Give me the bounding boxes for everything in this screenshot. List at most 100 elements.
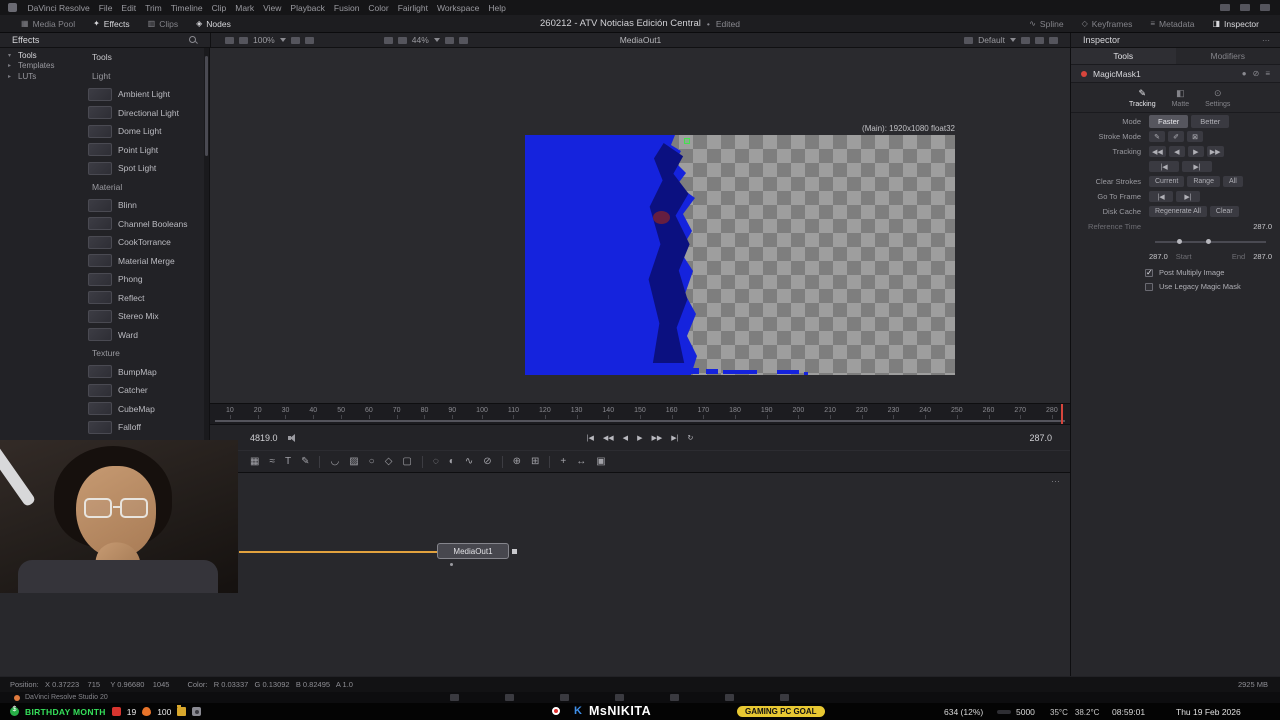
inspector-subtab[interactable]: ⊙ Settings bbox=[1205, 88, 1230, 108]
erase-stroke-button[interactable]: ⊠ bbox=[1187, 131, 1203, 142]
dropdown-caret-icon[interactable] bbox=[433, 38, 440, 42]
toolbar-divider[interactable] bbox=[421, 455, 423, 468]
range-slider-handle[interactable] bbox=[1206, 238, 1212, 244]
effects-list-item[interactable]: Tools bbox=[80, 48, 205, 67]
track-to-end-button[interactable]: ▶| bbox=[1182, 161, 1212, 172]
disk-cache-button[interactable]: Clear bbox=[1209, 206, 1239, 217]
media-out-node[interactable]: MediaOut1 bbox=[437, 543, 509, 559]
dock-icon[interactable] bbox=[450, 694, 459, 701]
viewer-source-name[interactable]: MediaOut1 bbox=[620, 35, 662, 45]
effects-list-item[interactable]: CubeMap bbox=[80, 400, 205, 419]
viewer-option-icon[interactable] bbox=[383, 36, 393, 44]
panel-toggle[interactable]: ▦ Media Pool bbox=[12, 15, 84, 32]
menu-item[interactable]: Edit bbox=[117, 3, 141, 13]
effects-scrollbar[interactable] bbox=[204, 48, 209, 450]
effects-list-item[interactable]: Texture bbox=[80, 344, 205, 363]
curves-tool[interactable]: ∿ bbox=[465, 456, 473, 467]
tree-caret-icon[interactable]: ▸ bbox=[8, 73, 14, 80]
bitmap-mask-tool[interactable]: ▨ bbox=[349, 456, 358, 467]
viewer-panel[interactable]: (Main): 1920x1080 float32 bbox=[210, 48, 1070, 403]
menu-item[interactable]: Fusion bbox=[329, 3, 364, 13]
menu-item[interactable]: View bbox=[259, 3, 286, 13]
go-next-frame-button[interactable]: ▶| bbox=[1176, 191, 1200, 202]
dropdown-caret-icon[interactable] bbox=[1010, 38, 1016, 42]
transform-tool[interactable]: ⊞ bbox=[531, 456, 539, 467]
tracker-tool[interactable]: + bbox=[560, 456, 566, 467]
effects-list-item[interactable]: Stereo Mix bbox=[80, 307, 205, 326]
play-reverse-button[interactable]: ◀ bbox=[623, 434, 628, 442]
effects-list-item[interactable]: CookTorrance bbox=[80, 233, 205, 252]
clear-strokes-button[interactable]: Range bbox=[1187, 176, 1220, 187]
node-lock-icon[interactable]: ⊘ bbox=[1253, 69, 1260, 78]
loop-button[interactable]: ↻ bbox=[687, 434, 693, 442]
track-to-start-button[interactable]: |◀ bbox=[1149, 161, 1179, 172]
paint-tool[interactable]: ✎ bbox=[301, 456, 309, 467]
dock-icon[interactable] bbox=[560, 694, 569, 701]
node-editor-options-icon[interactable]: ⋯ bbox=[1051, 476, 1060, 487]
panel-toggle[interactable]: ◨ Inspector bbox=[1203, 15, 1268, 32]
toolbar-divider[interactable] bbox=[501, 455, 503, 468]
inspector-options-icon[interactable]: ⋯ bbox=[1262, 36, 1270, 45]
scrollbar-thumb[interactable] bbox=[205, 56, 208, 156]
track-forward-button[interactable]: ▶▶ bbox=[1206, 146, 1224, 157]
menu-item[interactable]: Help bbox=[484, 3, 510, 13]
effects-category[interactable]: ▸ LUTs bbox=[0, 71, 78, 82]
panel-toggle[interactable]: ≡ Metadata bbox=[1141, 15, 1203, 32]
panel-toggle[interactable]: ∿ Spline bbox=[1020, 15, 1072, 32]
panel-toggle[interactable]: ✦ Effects bbox=[84, 15, 139, 32]
crop-tool[interactable]: ▣ bbox=[596, 456, 605, 467]
dropdown-caret-icon[interactable] bbox=[279, 38, 286, 42]
viewer-option-icon[interactable] bbox=[290, 36, 300, 44]
effects-list-item[interactable]: Catcher bbox=[80, 381, 205, 400]
mode-option-button[interactable]: Better bbox=[1191, 115, 1230, 128]
effects-list-item[interactable]: Point Light bbox=[80, 141, 205, 160]
menu-item[interactable]: Workspace bbox=[432, 3, 483, 13]
effects-list-item[interactable]: Ward bbox=[80, 326, 205, 345]
post-multiply-checkbox[interactable] bbox=[1145, 268, 1153, 277]
app-icon[interactable] bbox=[8, 3, 17, 12]
step-forward-button[interactable]: ▶▶ bbox=[651, 434, 662, 442]
viewer-option-icon[interactable] bbox=[458, 36, 468, 44]
step-back-button[interactable]: ◀◀ bbox=[603, 434, 614, 442]
reference-time-value[interactable]: 287.0 bbox=[1253, 222, 1272, 231]
toolbar-divider[interactable] bbox=[319, 455, 321, 468]
clear-strokes-button[interactable]: All bbox=[1222, 176, 1243, 187]
menu-item[interactable]: Mark bbox=[231, 3, 259, 13]
delta-keyer-tool[interactable]: ⊘ bbox=[483, 456, 491, 467]
range-slider-handle[interactable] bbox=[1177, 238, 1183, 244]
resize-tool[interactable]: ↔ bbox=[576, 456, 586, 467]
zoom-level-a[interactable]: 100% bbox=[253, 35, 275, 45]
tree-caret-icon[interactable]: ▸ bbox=[8, 62, 14, 69]
effects-list-item[interactable]: Reflect bbox=[80, 289, 205, 308]
rectangle-mask-tool[interactable]: ▢ bbox=[402, 456, 411, 467]
menu-item[interactable]: Color bbox=[364, 3, 393, 13]
background-tool[interactable]: ▦ bbox=[250, 456, 259, 467]
inspector-subtab[interactable]: ✎ Tracking bbox=[1129, 88, 1156, 108]
legacy-mask-checkbox[interactable] bbox=[1145, 282, 1153, 291]
effects-list-item[interactable]: Ambient Light bbox=[80, 85, 205, 104]
effects-category[interactable]: ▾ Tools bbox=[0, 50, 78, 61]
clear-strokes-button[interactable]: Current bbox=[1149, 176, 1185, 187]
mode-option-button[interactable]: Faster bbox=[1149, 115, 1189, 128]
track-one-backward-button[interactable]: ◀ bbox=[1168, 146, 1185, 157]
node-output-port[interactable] bbox=[512, 549, 517, 554]
menu-item[interactable]: Timeline bbox=[166, 3, 207, 13]
polygon-mask-tool[interactable]: ◇ bbox=[385, 456, 393, 467]
menu-item[interactable]: Fairlight bbox=[393, 3, 432, 13]
panel-toggle[interactable]: ◈ Nodes bbox=[187, 15, 240, 32]
effects-list-item[interactable]: Dome Light bbox=[80, 122, 205, 141]
inspector-tab[interactable]: Modifiers bbox=[1176, 48, 1280, 64]
menu-item[interactable]: File bbox=[94, 3, 117, 13]
effects-list-item[interactable]: Light bbox=[80, 67, 205, 86]
range-slider[interactable] bbox=[1155, 238, 1266, 244]
tree-caret-icon[interactable]: ▾ bbox=[8, 52, 14, 59]
viewer-frame[interactable]: (Main): 1920x1080 float32 bbox=[525, 124, 955, 375]
effects-list-item[interactable]: Spot Light bbox=[80, 159, 205, 178]
menu-item[interactable]: Trim bbox=[141, 3, 167, 13]
bspline-mask-tool[interactable]: ◡ bbox=[330, 456, 339, 467]
time-ruler[interactable]: 10 20 30 40 50 60 70 80 90 100 110 120 130 140 150 160 1… bbox=[210, 403, 1070, 424]
draw-stroke-button[interactable]: ✎ bbox=[1149, 131, 1165, 142]
effects-list-item[interactable]: Material bbox=[80, 178, 205, 197]
menu-item[interactable]: Clip bbox=[207, 3, 231, 13]
toolbar-divider[interactable] bbox=[549, 455, 551, 468]
